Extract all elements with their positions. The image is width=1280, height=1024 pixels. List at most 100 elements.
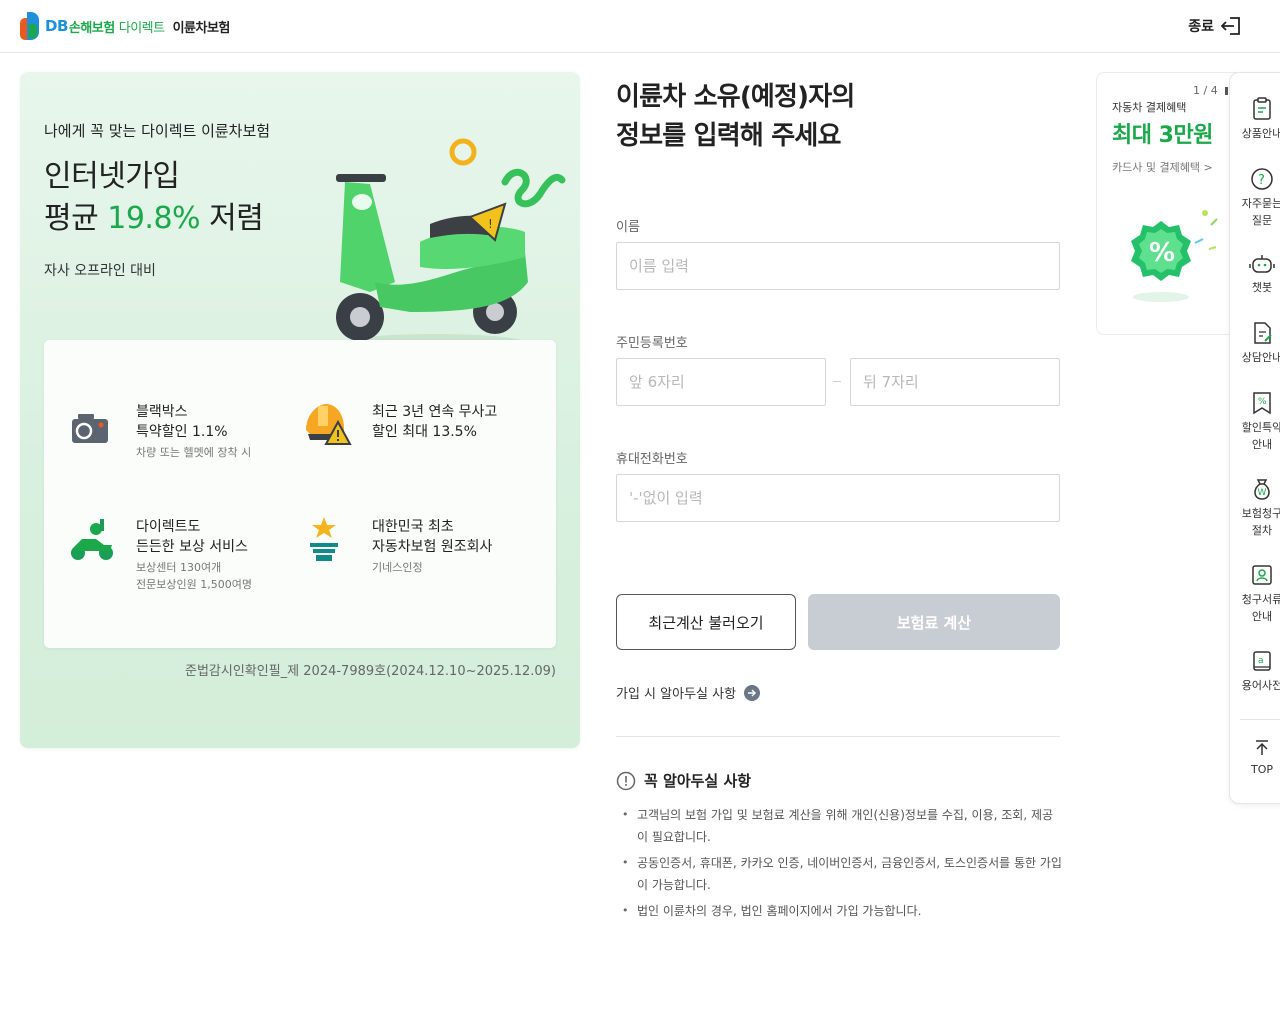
quick-label: 할인특약 안내	[1241, 421, 1280, 451]
exit-label: 종료	[1188, 19, 1214, 35]
banner-pagination: 1 / 4	[1193, 84, 1218, 97]
page-title-line2: 정보를 입력해 주세요	[616, 121, 841, 151]
money-bag-icon: W	[1254, 479, 1270, 500]
notice-item: 공동인증서, 휴대폰, 카카오 인증, 네이버인증서, 금융인증서, 토스인증서…	[622, 852, 1062, 896]
enrollment-guide-link[interactable]: 가입 시 알아두실 사항	[616, 683, 761, 702]
divider	[616, 736, 1060, 737]
rrn-front-input[interactable]	[616, 358, 826, 406]
dictionary-icon: a	[1253, 651, 1271, 671]
question-icon: ?	[1251, 168, 1273, 190]
quick-label: TOP	[1250, 763, 1273, 776]
helmet-warning-icon	[306, 404, 352, 445]
quick-product-info[interactable]: 상품안내	[1230, 97, 1280, 142]
notice-title: 꼭 알아두실 사항	[644, 772, 752, 790]
logo-db: DB	[45, 17, 68, 35]
promo-banner[interactable]: 1 / 4 자동차 결제혜택 최대 3만원 카드사 및 결제혜택 > %	[1096, 72, 1246, 335]
feature-desc: 차량 또는 헬멧에 장착 시	[136, 446, 252, 459]
rrn-separator	[833, 381, 841, 382]
enrollment-guide-label: 가입 시 알아두실 사항	[616, 687, 737, 702]
promo-panel: 나에게 꼭 맞는 다이렉트 이륜차보험 인터넷가입 평균 19.8% 저렴 자사…	[20, 72, 580, 748]
compliance-footnote: 준법감시인확인필_제 2024-7989호(2024.12.10~2025.12…	[185, 664, 556, 679]
promo-title-prefix: 평균	[44, 201, 99, 236]
db-logo-icon	[20, 12, 42, 40]
svg-text:%: %	[1149, 238, 1175, 268]
svg-text:?: ?	[1258, 173, 1265, 188]
quick-discount[interactable]: % 할인특약 안내	[1230, 391, 1280, 453]
quick-chatbot[interactable]: 챗봇	[1230, 253, 1280, 296]
pause-icon[interactable]	[1225, 87, 1228, 95]
quick-label: 용어사전	[1241, 679, 1280, 692]
notice-item: 고객님의 보험 가입 및 보험료 계산을 위해 개인(신용)정보를 수집, 이용…	[622, 804, 1062, 848]
banner-category: 자동차 결제혜택	[1112, 101, 1187, 114]
feature-blackbox: 블랙박스 특약할인 1.1% 차량 또는 헬멧에 장착 시	[68, 402, 298, 482]
exit-button[interactable]: 종료	[1188, 16, 1242, 36]
promo-title-line1: 인터넷가입	[44, 159, 180, 194]
scroll-top-button[interactable]: TOP	[1230, 739, 1280, 778]
feature-title: 대한민국 최초 자동차보험 원조회사	[372, 519, 493, 555]
notice-heading: 꼭 알아두실 사항	[616, 770, 751, 791]
phone-input[interactable]	[616, 474, 1060, 522]
calculate-premium-button[interactable]: 보험료 계산	[808, 594, 1060, 650]
product-doc-icon	[1253, 97, 1271, 120]
feature-desc: 기네스인정	[372, 561, 423, 574]
name-label: 이름	[616, 220, 640, 235]
promo-title-line2: 평균 19.8% 저렴	[44, 198, 264, 240]
load-recent-button[interactable]: 최근계산 불러오기	[616, 594, 796, 650]
feature-desc: 보상센터 130여개 전문보상인원 1,500여명	[136, 561, 252, 591]
svg-text:W: W	[1258, 488, 1267, 498]
feature-title: 다이렉트도 든든한 보상 서비스	[136, 519, 248, 555]
header: DB 손해보험 다이렉트 이륜차보험 종료	[0, 0, 1280, 53]
quick-consult[interactable]: 상담안내	[1230, 321, 1280, 366]
promo-title: 인터넷가입 평균 19.8% 저렴	[44, 156, 264, 240]
feature-title: 최근 3년 연속 무사고 할인 최대 13.5%	[372, 404, 498, 440]
page-title-line1: 이륜차 소유(예정)자의	[616, 82, 855, 112]
scooter-illustration: !	[336, 138, 566, 354]
promo-note: 자사 오프라인 대비	[44, 263, 156, 279]
promo-subtitle: 나에게 꼭 맞는 다이렉트 이륜차보험	[44, 122, 271, 140]
quick-label: 상품안내	[1241, 127, 1280, 140]
page-title: 이륜차 소유(예정)자의 정보를 입력해 주세요	[616, 78, 855, 156]
arrow-right-icon	[744, 684, 761, 701]
svg-text:a: a	[1258, 656, 1264, 666]
feature-title: 블랙박스 특약할인 1.1%	[136, 404, 228, 440]
banner-link[interactable]: 카드사 및 결제혜택 >	[1112, 159, 1213, 175]
product-name: 이륜차보험	[172, 20, 231, 36]
feature-first-insurer: 대한민국 최초 자동차보험 원조회사 기네스인정	[304, 517, 534, 597]
quick-faq[interactable]: ? 자주묻는 질문	[1230, 167, 1280, 229]
notice-item: 법인 이륜차의 경우, 법인 홈페이지에서 가입 가능합니다.	[622, 900, 1062, 922]
arrow-top-icon	[1256, 740, 1268, 755]
scooter-service-icon	[71, 519, 113, 560]
quick-claim-docs[interactable]: 청구서류 안내	[1230, 563, 1280, 625]
name-input[interactable]	[616, 242, 1060, 290]
logo-direct: 다이렉트	[118, 20, 165, 36]
quick-menu: 상품안내 ? 자주묻는 질문 챗봇 상담안내 % 할인특약 안내 W 보험청구 …	[1229, 72, 1280, 804]
rrn-back-input[interactable]	[850, 358, 1060, 406]
consult-doc-icon	[1254, 322, 1272, 344]
blackbox-camera-icon	[72, 414, 108, 443]
quick-claim-process[interactable]: W 보험청구 절차	[1230, 477, 1280, 539]
svg-text:!: !	[488, 217, 493, 231]
quick-label: 상담안내	[1241, 351, 1280, 364]
quick-glossary[interactable]: a 용어사전	[1230, 649, 1280, 694]
feature-no-accident: 최근 3년 연속 무사고 할인 최대 13.5%	[304, 402, 534, 482]
exit-icon	[1220, 17, 1240, 35]
banner-headline: 최대 3만원	[1112, 123, 1213, 148]
discount-badge-icon: %	[1131, 210, 1218, 302]
star-trophy-icon	[310, 517, 338, 561]
promo-discount-rate: 19.8%	[107, 201, 201, 236]
claim-doc-icon	[1252, 565, 1272, 585]
chatbot-icon	[1249, 255, 1275, 273]
logo-insurer: 손해보험	[68, 20, 115, 36]
notice-list: 고객님의 보험 가입 및 보험료 계산을 위해 개인(신용)정보를 수집, 이용…	[622, 804, 1062, 926]
quick-label: 챗봇	[1251, 281, 1273, 294]
phone-label: 휴대전화번호	[616, 452, 688, 467]
quick-menu-divider	[1240, 719, 1280, 720]
logo[interactable]: DB 손해보험 다이렉트 이륜차보험	[20, 12, 230, 40]
quick-label: 청구서류 안내	[1241, 593, 1280, 623]
feature-claim-service: 다이렉트도 든든한 보상 서비스 보상센터 130여개 전문보상인원 1,500…	[68, 517, 298, 597]
discount-doc-icon: %	[1253, 392, 1271, 415]
quick-label: 보험청구 절차	[1241, 507, 1280, 537]
svg-text:%: %	[1258, 397, 1267, 407]
promo-title-suffix: 저렴	[209, 201, 264, 236]
quick-label: 자주묻는 질문	[1241, 197, 1280, 227]
